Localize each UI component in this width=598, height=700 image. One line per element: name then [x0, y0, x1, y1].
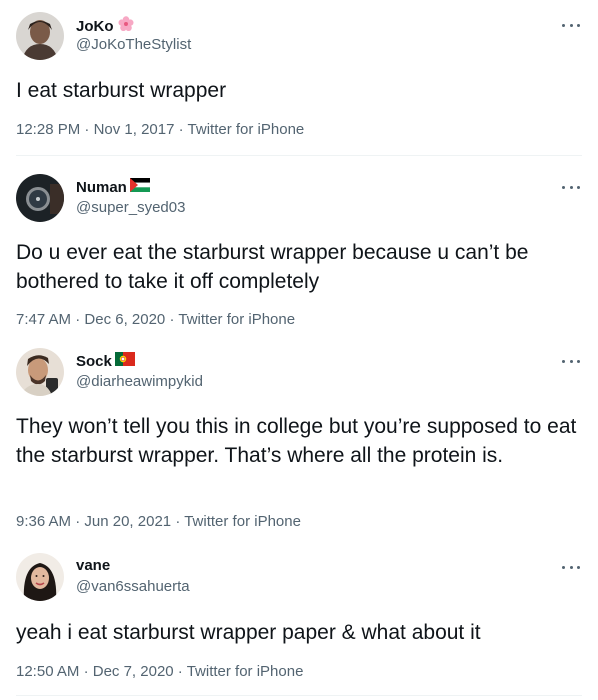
display-name[interactable]: vane [76, 557, 110, 575]
more-options-icon[interactable] [562, 558, 580, 576]
cherry-blossom-icon [117, 15, 135, 38]
tweet-date[interactable]: Dec 7, 2020 [93, 663, 174, 680]
tweet-text: I eat starburst wrapper [16, 79, 227, 102]
tweet-source[interactable]: Twitter for iPhone [188, 121, 305, 138]
tweet-card[interactable]: Numan @super_syed03 Do u ever eat the st… [0, 156, 598, 344]
portugal-flag-icon [114, 352, 135, 371]
tweet-time[interactable]: 9:36 AM [16, 513, 71, 530]
user-handle[interactable]: @diarheawimpykid [76, 373, 203, 391]
tweet-date[interactable]: Dec 6, 2020 [84, 311, 165, 328]
tweet-meta: 12:28 PM · Nov 1, 2017 · Twitter for iPh… [16, 121, 304, 139]
tweet-source[interactable]: Twitter for iPhone [184, 513, 301, 530]
tweet-source[interactable]: Twitter for iPhone [178, 311, 295, 328]
tweet-date[interactable]: Nov 1, 2017 [94, 121, 175, 138]
meta-separator: · [177, 663, 183, 680]
tweet-meta: 7:47 AM · Dec 6, 2020 · Twitter for iPho… [16, 311, 295, 329]
display-name-text: Sock [76, 352, 112, 370]
divider [16, 695, 582, 696]
tweet-text: yeah i eat starburst wrapper paper & wha… [16, 621, 481, 644]
tweet-card[interactable]: vane @van6ssahuerta yeah i eat starburst… [0, 542, 598, 700]
avatar[interactable] [16, 12, 64, 60]
tweet-time[interactable]: 12:50 AM [16, 663, 79, 680]
meta-separator: · [84, 121, 90, 138]
display-name[interactable]: Numan [76, 178, 150, 197]
palestine-flag-icon [129, 178, 150, 197]
user-handle[interactable]: @JoKoTheStylist [76, 36, 191, 54]
display-name-text: JoKo [76, 17, 114, 35]
display-name-text: vane [76, 557, 111, 574]
more-options-icon[interactable] [562, 178, 580, 196]
tweet-card[interactable]: Sock @diarheawimpykid They won’t tell yo… [0, 344, 598, 542]
meta-separator: · [75, 311, 81, 328]
tweet-date[interactable]: Jun 20, 2021 [84, 513, 171, 530]
meta-separator: · [169, 311, 175, 328]
tweet-time[interactable]: 7:47 AM [16, 311, 71, 328]
avatar[interactable] [16, 174, 64, 222]
avatar[interactable] [16, 348, 64, 396]
meta-separator: · [75, 513, 81, 530]
meta-separator: · [175, 513, 181, 530]
tweet-text: Do u ever eat the starburst wrapper beca… [16, 241, 529, 293]
tweet-source[interactable]: Twitter for iPhone [187, 663, 304, 680]
tweet-meta: 12:50 AM · Dec 7, 2020 · Twitter for iPh… [16, 663, 303, 681]
user-handle[interactable]: @van6ssahuerta [76, 578, 190, 596]
more-options-icon[interactable] [562, 16, 580, 34]
tweet-meta: 9:36 AM · Jun 20, 2021 · Twitter for iPh… [16, 513, 301, 531]
tweet-card[interactable]: JoKo @JoKoTheStylist I eat starburst wra… [0, 0, 598, 156]
display-name-text: Numan [76, 178, 127, 196]
meta-separator: · [83, 663, 89, 680]
tweet-time[interactable]: 12:28 PM [16, 121, 80, 138]
display-name[interactable]: JoKo [76, 15, 135, 38]
more-options-icon[interactable] [562, 352, 580, 370]
user-handle[interactable]: @super_syed03 [76, 199, 185, 217]
tweet-text: They won’t tell you this in college but … [16, 415, 577, 467]
meta-separator: · [178, 121, 184, 138]
avatar[interactable] [16, 553, 64, 601]
display-name[interactable]: Sock [76, 352, 135, 371]
